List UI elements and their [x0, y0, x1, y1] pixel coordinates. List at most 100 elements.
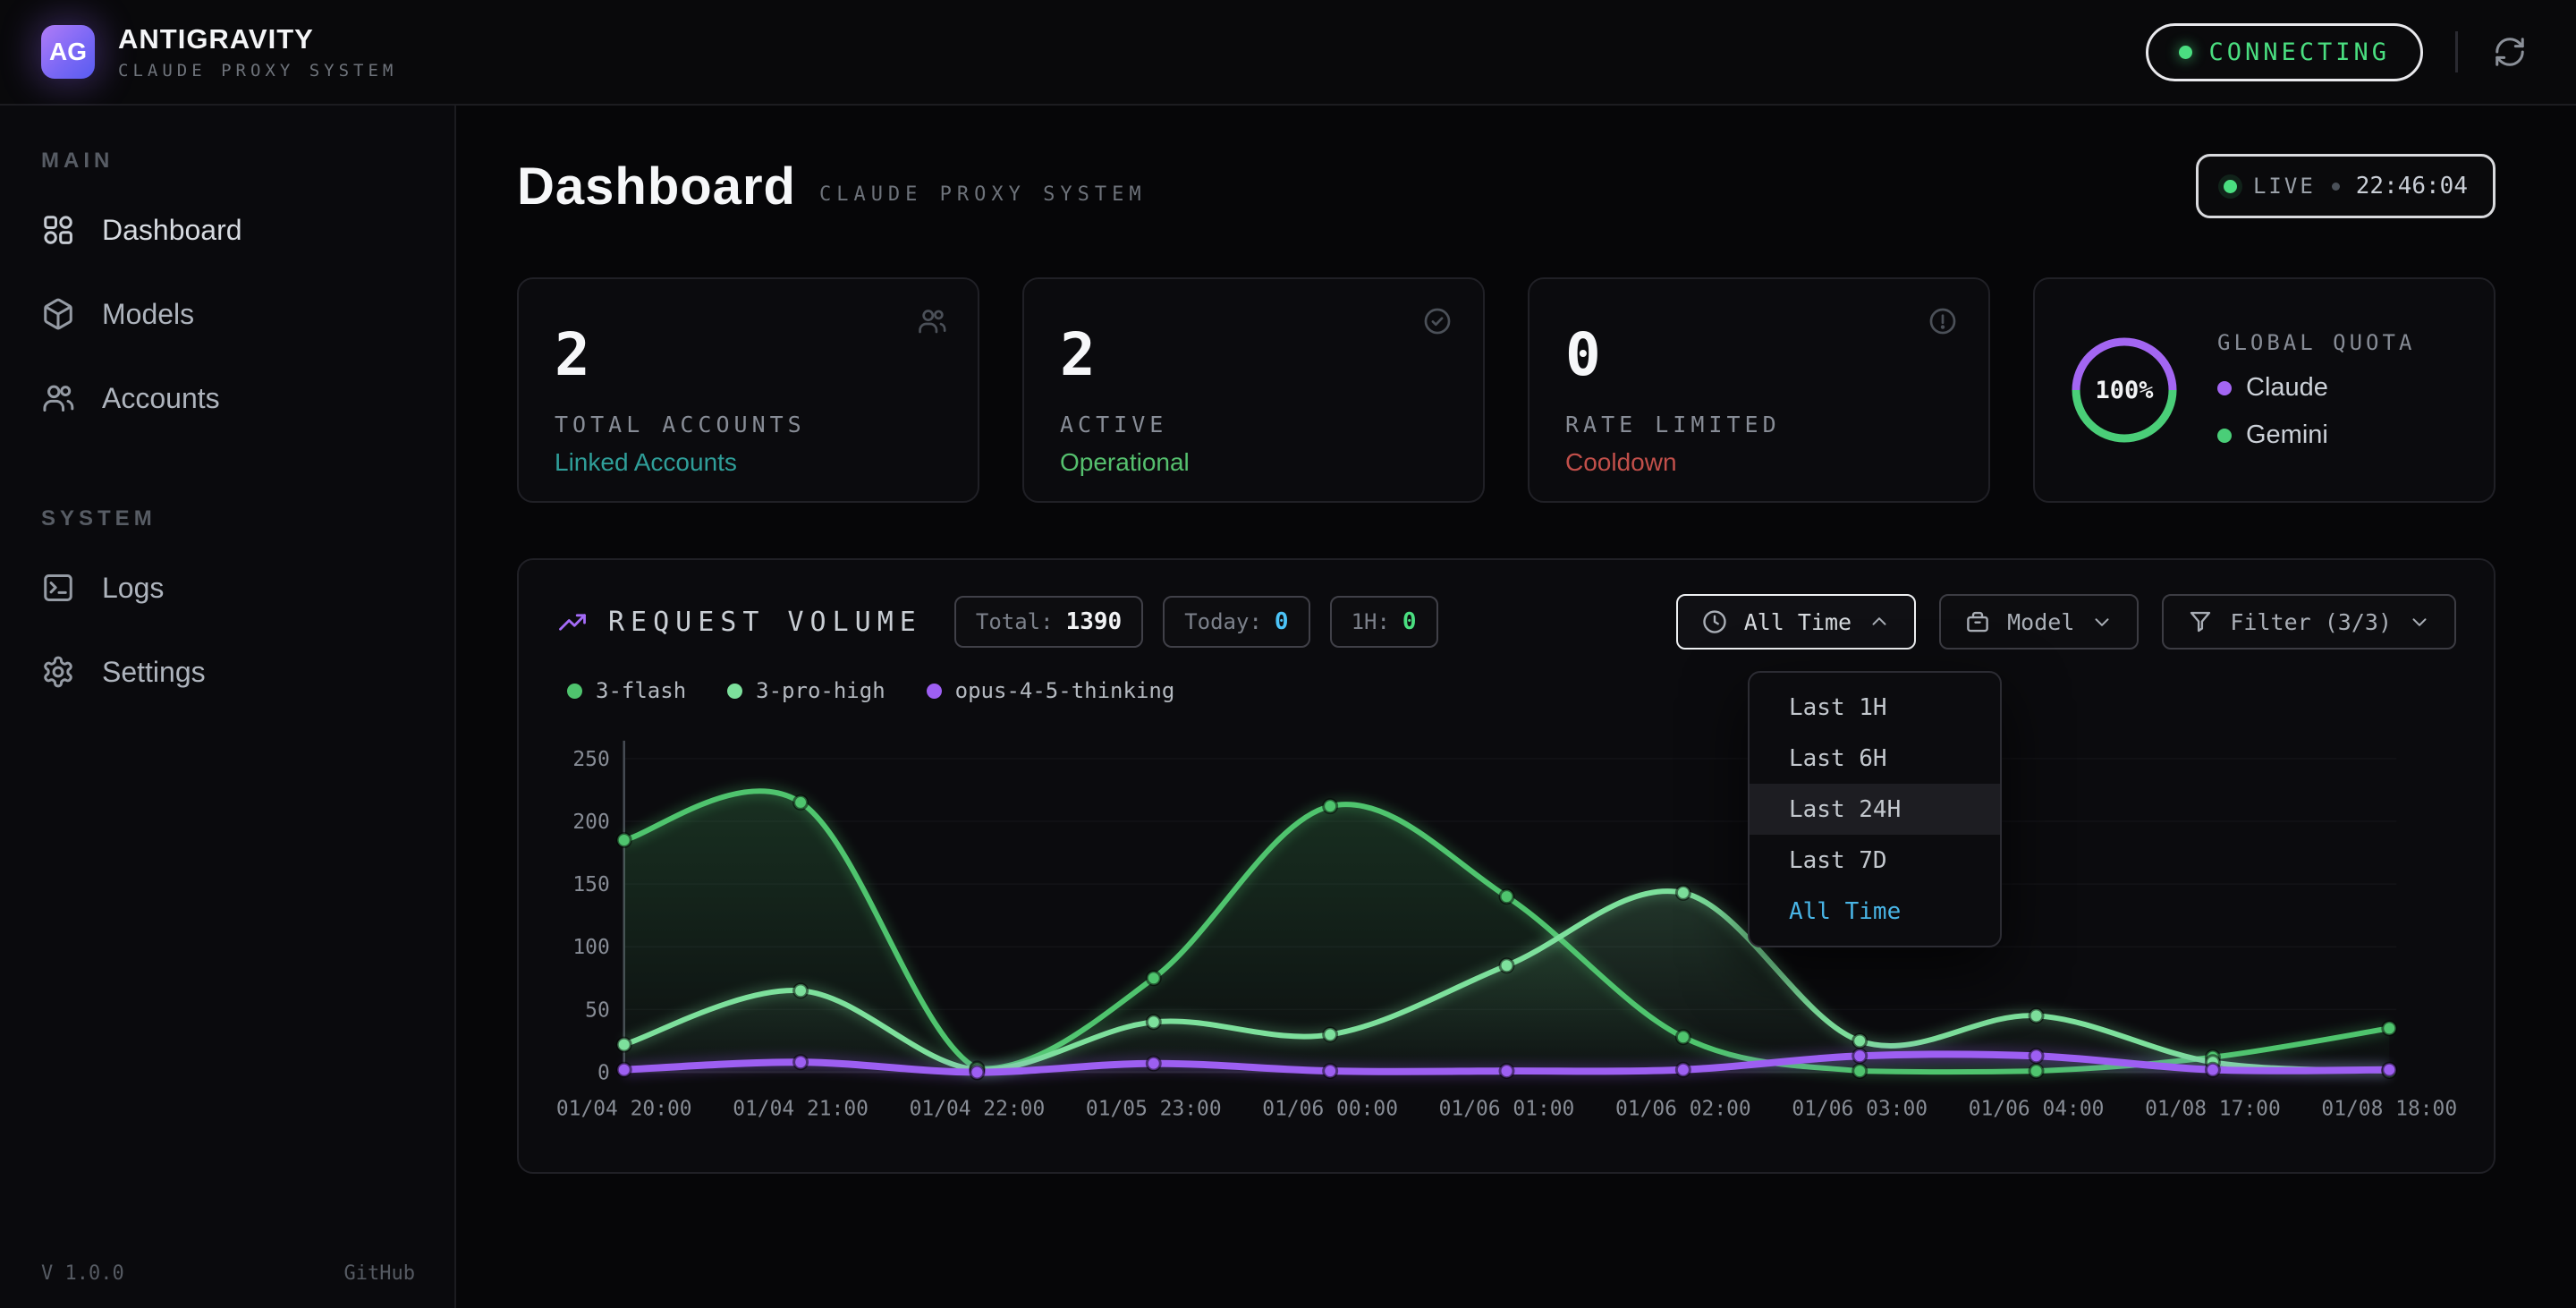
check-circle-icon [1422, 306, 1453, 336]
sidebar-section-system: SYSTEM [41, 506, 419, 531]
filter-dropdown-button[interactable]: Filter (3/3) [2162, 594, 2456, 650]
stat-card-active: 2 ACTIVE Operational [1022, 277, 1485, 503]
refresh-button[interactable] [2490, 32, 2529, 72]
dashboard-grid-icon [41, 213, 75, 247]
svg-text:01/04 21:00: 01/04 21:00 [733, 1097, 869, 1120]
stat-label: TOTAL ACCOUNTS [555, 412, 942, 437]
series-dot-icon [927, 684, 942, 699]
dropdown-item-last-7d[interactable]: Last 7D [1750, 835, 2000, 886]
top-bar: AG ANTIGRAVITY CLAUDE PROXY SYSTEM CONNE… [0, 0, 2576, 106]
live-dot-icon [2224, 180, 2237, 193]
live-label: LIVE [2253, 174, 2316, 199]
svg-text:01/06 04:00: 01/06 04:00 [1969, 1097, 2105, 1120]
cube-icon [41, 297, 75, 331]
dropdown-item-last-6h[interactable]: Last 6H [1750, 733, 2000, 784]
svg-text:01/06 03:00: 01/06 03:00 [1792, 1097, 1928, 1120]
app-subtitle: CLAUDE PROXY SYSTEM [118, 61, 397, 81]
chevron-down-icon [2408, 610, 2431, 633]
app-title: ANTIGRAVITY [118, 23, 397, 55]
svg-text:150: 150 [572, 873, 609, 896]
quota-label: GLOBAL QUOTA [2217, 330, 2415, 355]
dropdown-item-all-time[interactable]: All Time [1750, 886, 2000, 937]
sidebar-item-settings[interactable]: Settings [41, 655, 419, 689]
sidebar-item-logs[interactable]: Logs [41, 571, 419, 605]
sidebar-item-label: Accounts [102, 382, 220, 415]
stat-card-total-accounts: 2 TOTAL ACCOUNTS Linked Accounts [517, 277, 979, 503]
sidebar-item-models[interactable]: Models [41, 297, 419, 331]
svg-text:01/06 00:00: 01/06 00:00 [1262, 1097, 1398, 1120]
stat-value: 0 [1565, 326, 1953, 385]
chart-title: REQUEST VOLUME [608, 607, 922, 638]
quota-legend-claude: Claude [2217, 373, 2415, 403]
svg-text:250: 250 [572, 748, 609, 771]
svg-text:0: 0 [597, 1061, 610, 1084]
svg-text:01/08 18:00: 01/08 18:00 [2321, 1097, 2456, 1120]
quota-donut-chart: 100% [2065, 331, 2183, 449]
chevron-up-icon [1868, 610, 1891, 633]
main-content: Dashboard CLAUDE PROXY SYSTEM LIVE 22:46… [456, 106, 2576, 1308]
svg-text:100: 100 [572, 936, 609, 959]
sidebar-item-label: Models [102, 298, 194, 331]
hour-requests-chip: 1H: 0 [1330, 596, 1438, 648]
archive-box-icon [1964, 608, 1991, 635]
sidebar-item-label: Logs [102, 572, 164, 605]
stat-value: 2 [1060, 326, 1447, 385]
stat-value: 2 [555, 326, 942, 385]
github-link[interactable]: GitHub [344, 1262, 415, 1285]
time-range-dropdown-button[interactable]: All Time [1676, 594, 1916, 650]
terminal-icon [41, 571, 75, 605]
series-dot-icon [727, 684, 742, 699]
chevron-down-icon [2090, 610, 2114, 633]
global-quota-card: 100% GLOBAL QUOTA Claude Gemini [2033, 277, 2496, 503]
model-dropdown-button[interactable]: Model [1939, 594, 2139, 650]
dropdown-item-last-24h[interactable]: Last 24H [1750, 784, 2000, 835]
legend-item-3-pro-high[interactable]: 3-pro-high [727, 678, 886, 703]
svg-text:01/08 17:00: 01/08 17:00 [2145, 1097, 2281, 1120]
refresh-icon [2493, 35, 2527, 69]
series-dot-icon [567, 684, 582, 699]
time-range-dropdown-menu: Last 1H Last 6H Last 24H Last 7D All Tim… [1748, 671, 2002, 947]
chart-legend: 3-flash 3-pro-high opus-4-5-thinking [567, 678, 2456, 703]
today-requests-chip: Today: 0 [1163, 596, 1309, 648]
page-title: Dashboard [517, 157, 796, 217]
stat-sub-label: Cooldown [1565, 448, 1953, 477]
alert-circle-icon [1928, 306, 1958, 336]
connection-status-label: CONNECTING [2208, 38, 2390, 66]
stat-sub-label: Operational [1060, 448, 1447, 477]
live-time: 22:46:04 [2356, 173, 2468, 200]
sidebar: MAIN Dashboard Models [0, 106, 456, 1308]
stat-label: ACTIVE [1060, 412, 1447, 437]
sidebar-section-main: MAIN [41, 149, 419, 174]
quota-percent: 100% [2065, 331, 2183, 449]
logo-text: AG [49, 38, 87, 66]
brand: ANTIGRAVITY CLAUDE PROXY SYSTEM [118, 23, 397, 81]
svg-text:01/06 01:00: 01/06 01:00 [1439, 1097, 1575, 1120]
trending-up-icon [556, 606, 589, 638]
legend-item-opus[interactable]: opus-4-5-thinking [927, 678, 1175, 703]
request-volume-chart: 05010015020025001/04 20:0001/04 21:0001/… [556, 716, 2456, 1134]
svg-text:200: 200 [572, 811, 609, 834]
funnel-icon [2187, 608, 2214, 635]
dropdown-item-last-1h[interactable]: Last 1H [1750, 682, 2000, 733]
stat-label: RATE LIMITED [1565, 412, 1953, 437]
stat-card-rate-limited: 0 RATE LIMITED Cooldown [1528, 277, 1990, 503]
users-icon [917, 306, 947, 336]
sidebar-item-dashboard[interactable]: Dashboard [41, 213, 419, 247]
claude-dot-icon [2217, 381, 2232, 395]
sidebar-item-accounts[interactable]: Accounts [41, 381, 419, 415]
app-version: V 1.0.0 [41, 1262, 124, 1285]
total-requests-chip: Total: 1390 [954, 596, 1143, 648]
legend-item-3-flash[interactable]: 3-flash [567, 678, 686, 703]
clock-icon [1701, 608, 1728, 635]
svg-text:01/04 22:00: 01/04 22:00 [910, 1097, 1046, 1120]
svg-text:01/05 23:00: 01/05 23:00 [1086, 1097, 1222, 1120]
live-clock-badge: LIVE 22:46:04 [2196, 154, 2496, 218]
divider [2455, 31, 2458, 72]
sidebar-item-label: Settings [102, 656, 206, 689]
app-logo: AG [41, 25, 95, 79]
stat-sub-label: Linked Accounts [555, 448, 942, 477]
page-subtitle: CLAUDE PROXY SYSTEM [819, 183, 1147, 206]
request-volume-card: REQUEST VOLUME Total: 1390 Today: 0 1H: … [517, 558, 2496, 1174]
svg-text:01/04 20:00: 01/04 20:00 [556, 1097, 692, 1120]
sidebar-item-label: Dashboard [102, 214, 242, 247]
